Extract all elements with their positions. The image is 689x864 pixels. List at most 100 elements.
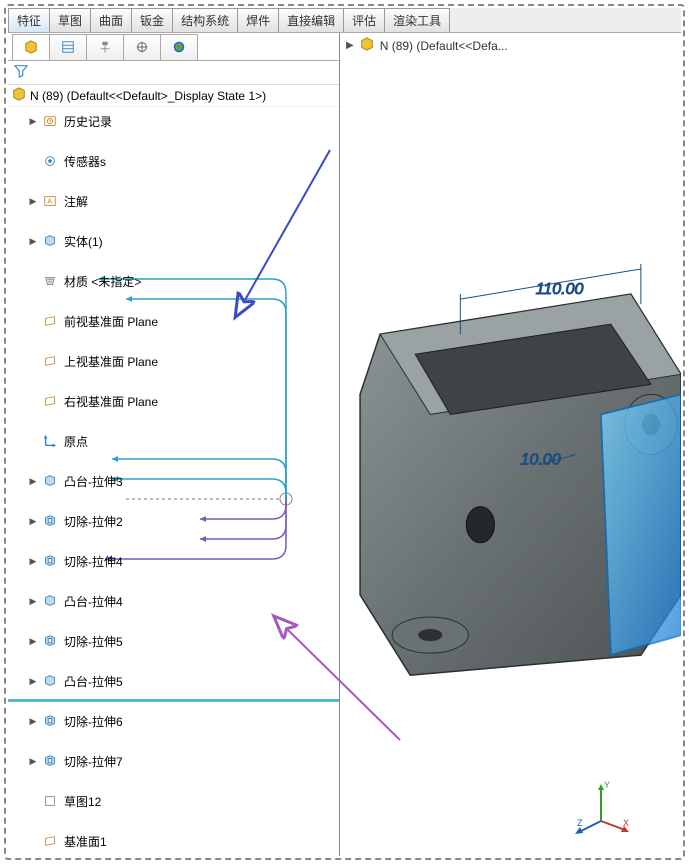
svg-text:X: X bbox=[623, 818, 629, 828]
tree-item-label: 材质 <未指定> bbox=[62, 273, 143, 290]
expander-icon[interactable]: ▶ bbox=[28, 196, 38, 207]
tree-item-label: 基准面1 bbox=[62, 833, 109, 850]
tree-item[interactable]: ▶ 凸台-拉伸5 bbox=[8, 671, 339, 691]
ribbon-tab[interactable]: 草图 bbox=[49, 8, 91, 32]
expander-icon[interactable]: ▶ bbox=[28, 636, 38, 647]
tree-item[interactable]: 基准面1 bbox=[8, 831, 339, 851]
cut-icon bbox=[42, 713, 58, 729]
ribbon-tab[interactable]: 特征 bbox=[8, 8, 50, 32]
origin-icon bbox=[42, 433, 58, 449]
cut-icon bbox=[42, 513, 58, 529]
filter-icon bbox=[14, 64, 28, 81]
part-icon bbox=[12, 87, 26, 104]
tree-item[interactable]: ▶ 切除-拉伸2 bbox=[8, 511, 339, 531]
expander-icon[interactable]: ▶ bbox=[28, 476, 38, 487]
annotation-icon: A bbox=[42, 193, 58, 209]
sidebar-tabs bbox=[8, 33, 339, 61]
graphics-viewport[interactable]: ▶ N (89) (Default<<Defa... bbox=[340, 33, 681, 856]
tree-item-label: 前视基准面 Plane bbox=[62, 313, 160, 330]
history-icon bbox=[42, 113, 58, 129]
sidebar-tab-appearance[interactable] bbox=[160, 34, 198, 60]
tree-item[interactable]: ▶ 切除-拉伸6 bbox=[8, 711, 339, 731]
tree-item-label: 实体(1) bbox=[62, 233, 105, 250]
tree-item-label: 凸台-拉伸4 bbox=[62, 593, 125, 610]
expander-icon[interactable]: ▶ bbox=[28, 596, 38, 607]
expander-icon[interactable]: ▶ bbox=[28, 116, 38, 127]
tree-item[interactable]: 传感器s bbox=[8, 151, 339, 171]
sidebar-tab-display[interactable] bbox=[123, 34, 161, 60]
rollback-bar[interactable] bbox=[8, 699, 339, 702]
tree-item-label: 切除-拉伸4 bbox=[62, 553, 125, 570]
tree-item[interactable]: ▶ 凸台-拉伸3 bbox=[8, 471, 339, 491]
tree-item[interactable]: ▶ 历史记录 bbox=[8, 111, 339, 131]
part-icon bbox=[360, 37, 374, 54]
expander-icon[interactable]: ▶ bbox=[28, 236, 38, 247]
boss-icon bbox=[42, 673, 58, 689]
tree-item[interactable]: 材质 <未指定> bbox=[8, 271, 339, 291]
expander-icon[interactable]: ▶ bbox=[28, 556, 38, 567]
tree-item-label: 历史记录 bbox=[62, 113, 114, 130]
viewport-flyout-tree[interactable]: ▶ N (89) (Default<<Defa... bbox=[346, 37, 508, 54]
tree-item-label: 上视基准面 Plane bbox=[62, 353, 160, 370]
tree-item[interactable]: 前视基准面 Plane bbox=[8, 311, 339, 331]
expander-icon[interactable]: ▶ bbox=[28, 756, 38, 767]
tree-item[interactable]: 上视基准面 Plane bbox=[8, 351, 339, 371]
sensor-icon bbox=[42, 153, 58, 169]
cut-icon bbox=[42, 753, 58, 769]
expander-icon[interactable]: ▶ bbox=[28, 516, 38, 527]
ribbon-tab[interactable]: 渲染工具 bbox=[384, 8, 450, 32]
tree-item-label: 凸台-拉伸5 bbox=[62, 673, 125, 690]
tree-item[interactable]: 草图12 bbox=[8, 791, 339, 811]
dimension-10: 10.00 bbox=[521, 451, 561, 469]
ribbon-tab[interactable]: 曲面 bbox=[90, 8, 132, 32]
tree-item[interactable]: ▶ 凸台-拉伸4 bbox=[8, 591, 339, 611]
tree-item[interactable]: ▶切除-拉伸5 bbox=[8, 631, 339, 651]
tree-item-label: 切除-拉伸2 bbox=[62, 513, 125, 530]
tree-item[interactable]: ▶ 切除-拉伸7 bbox=[8, 751, 339, 771]
tree-item[interactable]: ▶ 实体(1) bbox=[8, 231, 339, 251]
plane-icon bbox=[42, 353, 58, 369]
tree-item-label: 原点 bbox=[62, 433, 90, 450]
ribbon-tab[interactable]: 直接编辑 bbox=[278, 8, 344, 32]
filter-row[interactable] bbox=[8, 61, 339, 85]
ribbon-tab[interactable]: 结构系统 bbox=[172, 8, 238, 32]
cut-icon bbox=[42, 633, 58, 649]
sidebar-tab-property[interactable] bbox=[49, 34, 87, 60]
tree-item-label: 切除-拉伸7 bbox=[62, 753, 125, 770]
feature-tree-panel: N (89) (Default<<Default>_Display State … bbox=[8, 33, 340, 856]
tree-item-label: 切除-拉伸6 bbox=[62, 713, 125, 730]
sidebar-tab-feature[interactable] bbox=[12, 34, 50, 60]
model-canvas: 110.00 10.00 bbox=[340, 33, 681, 856]
tree-item-label: 草图12 bbox=[62, 793, 103, 810]
dimension-110: 110.00 bbox=[536, 280, 584, 298]
view-triad[interactable]: Y X Z bbox=[571, 776, 631, 836]
solid-icon bbox=[42, 233, 58, 249]
tree-item[interactable]: 右视基准面 Plane bbox=[8, 391, 339, 411]
expander-icon[interactable]: ▶ bbox=[28, 676, 38, 687]
plane-icon bbox=[42, 393, 58, 409]
ribbon: 特征草图曲面钣金结构系统焊件直接编辑评估渲染工具 bbox=[8, 8, 681, 32]
tree-item-label: 传感器s bbox=[62, 153, 108, 170]
sketch-icon bbox=[42, 793, 58, 809]
tree-item[interactable]: 原点 bbox=[8, 431, 339, 451]
feature-tree[interactable]: ▶ 历史记录传感器s ▶ A注解 ▶ 实体(1) 材质 <未指定> 前视基准面 Plane 上视… bbox=[8, 107, 339, 856]
tree-root[interactable]: N (89) (Default<<Default>_Display State … bbox=[8, 85, 339, 107]
tree-item-label: 注解 bbox=[62, 193, 90, 210]
ribbon-tab[interactable]: 评估 bbox=[343, 8, 385, 32]
tree-item-label: 凸台-拉伸3 bbox=[62, 473, 125, 490]
ribbon-tab[interactable]: 焊件 bbox=[237, 8, 279, 32]
expander-icon[interactable]: ▶ bbox=[28, 716, 38, 727]
sidebar-tab-config[interactable] bbox=[86, 34, 124, 60]
viewport-flyout-label: N (89) (Default<<Defa... bbox=[380, 39, 508, 53]
tree-root-label: N (89) (Default<<Default>_Display State … bbox=[30, 89, 266, 103]
tree-item-label: 右视基准面 Plane bbox=[62, 393, 160, 410]
plane-icon bbox=[42, 313, 58, 329]
plane-icon bbox=[42, 833, 58, 849]
ribbon-tab[interactable]: 钣金 bbox=[131, 8, 173, 32]
svg-text:Y: Y bbox=[604, 780, 610, 790]
expander-icon[interactable]: ▶ bbox=[346, 40, 354, 51]
svg-text:Z: Z bbox=[577, 818, 583, 828]
tree-item[interactable]: ▶ 切除-拉伸4 bbox=[8, 551, 339, 571]
cut-icon bbox=[42, 553, 58, 569]
tree-item[interactable]: ▶ A注解 bbox=[8, 191, 339, 211]
